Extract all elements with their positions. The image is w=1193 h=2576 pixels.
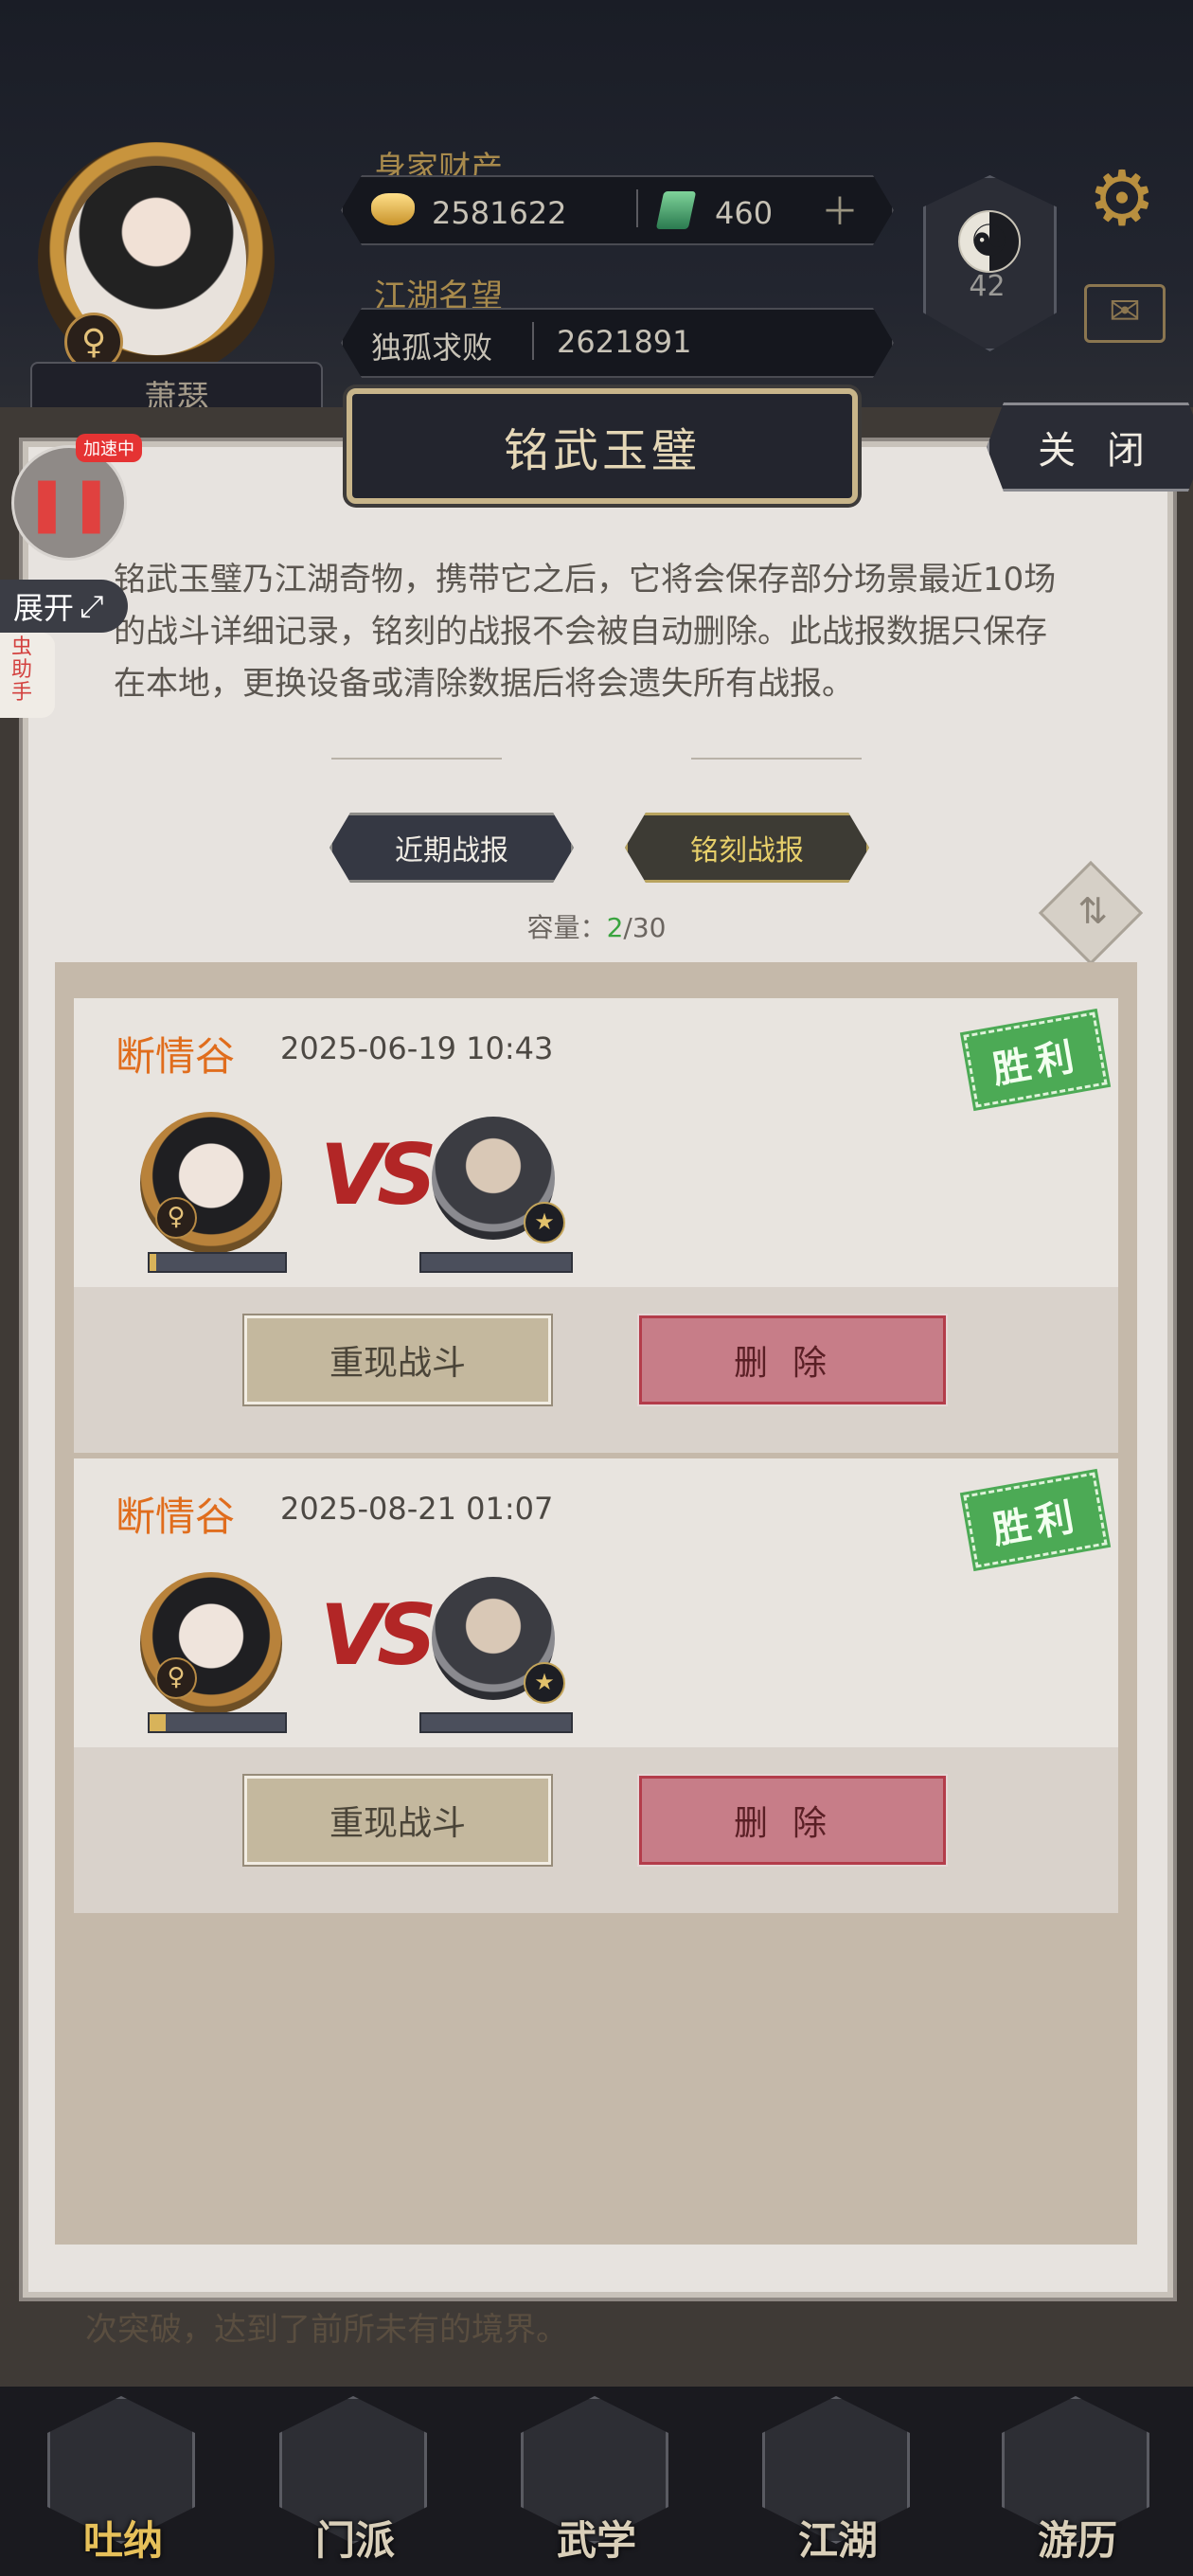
opponent-hp-bar	[419, 1252, 573, 1273]
delete-record-button[interactable]: 删除	[637, 1314, 948, 1406]
nav-label: 江湖	[797, 2517, 878, 2564]
player-hp-bar	[148, 1252, 287, 1273]
divider	[636, 189, 638, 227]
background-log-text: 次突破，达到了前所未有的境界。	[85, 2311, 568, 2349]
tab-engraved-reports[interactable]: 铭刻战报	[625, 813, 869, 883]
capacity-label: 容量：	[526, 912, 607, 943]
capacity-total: /30	[623, 912, 667, 943]
add-currency-icon[interactable]: ＋	[821, 189, 859, 234]
capacity-used: 2	[606, 912, 624, 943]
ornament-divider	[691, 758, 862, 771]
replay-battle-button[interactable]: 重现战斗	[242, 1774, 553, 1867]
close-button[interactable]: 关 闭	[987, 402, 1193, 492]
nav-item-tuna[interactable]: 吐纳	[47, 2396, 199, 2567]
dialog-description: 铭武玉璧乃江湖奇物，携带它之后，它将会保存部分场景最近10场的战斗详细记录，铭刻…	[114, 561, 1057, 703]
opponent-hp-bar	[419, 1712, 573, 1733]
tab-recent-reports[interactable]: 近期战报	[329, 813, 574, 883]
vs-emblem: VS	[320, 1126, 437, 1224]
expand-icon: ⤢	[80, 587, 104, 624]
helper-tab[interactable]: 虫 助 手	[0, 633, 55, 718]
delete-record-button[interactable]: 删除	[637, 1774, 948, 1867]
vs-emblem: VS	[320, 1586, 437, 1684]
capacity-indicator: 容量：2/30	[454, 907, 739, 945]
reputation-title: 独孤求败	[371, 330, 493, 366]
nav-item-youli[interactable]: 游历	[1002, 2396, 1153, 2567]
replay-battle-button[interactable]: 重现战斗	[242, 1314, 553, 1406]
battle-location: 断情谷	[116, 1033, 236, 1080]
mail-icon[interactable]: ✉	[1084, 284, 1166, 343]
nav-item-menpai[interactable]: 门派	[279, 2396, 431, 2567]
card-actions-area	[74, 1747, 1118, 1913]
gold-amount: 2581622	[432, 195, 567, 231]
pause-button[interactable]: ❚❚	[11, 445, 127, 561]
nav-label: 游历	[1037, 2517, 1117, 2564]
nav-label: 武学	[556, 2517, 636, 2564]
player-hp-fill	[150, 1714, 167, 1731]
nav-label: 门派	[314, 2517, 395, 2564]
dialog-title: 铭武玉璧	[347, 388, 858, 504]
jade-amount: 460	[715, 195, 774, 231]
female-icon: ♀	[155, 1197, 197, 1239]
battle-card: 断情谷 2025-06-19 10:43 胜利 ♀ VS ★ 重现战斗 删除	[74, 998, 1118, 1453]
nav-item-wuxue[interactable]: 武学	[521, 2396, 672, 2567]
reputation-value: 2621891	[557, 324, 692, 360]
taiji-level: 42	[969, 270, 1006, 303]
battle-location: 断情谷	[116, 1494, 236, 1540]
opponent-rank-icon: ★	[524, 1662, 565, 1704]
assets-bar	[341, 175, 894, 245]
expand-button[interactable]: 展开 ⤢	[0, 580, 128, 633]
expand-label: 展开	[13, 590, 75, 626]
divider	[532, 322, 534, 360]
battle-time: 2025-08-21 01:07	[280, 1491, 554, 1527]
victory-stamp: 胜利	[960, 1468, 1111, 1572]
speed-badge: 加速中	[76, 434, 142, 462]
battle-card: 断情谷 2025-08-21 01:07 胜利 ♀ VS ★ 重现战斗 删除	[74, 1458, 1118, 1913]
card-actions-area	[74, 1287, 1118, 1453]
nav-label: 吐纳	[82, 2517, 163, 2564]
player-hp-fill	[150, 1254, 157, 1271]
taiji-icon: ☯	[958, 210, 1021, 273]
female-icon: ♀	[155, 1657, 197, 1699]
battle-time: 2025-06-19 10:43	[280, 1030, 554, 1066]
gold-ingot-icon	[371, 193, 415, 225]
player-hp-bar	[148, 1712, 287, 1733]
victory-stamp: 胜利	[960, 1008, 1111, 1112]
gear-icon[interactable]: ⚙	[1084, 161, 1160, 237]
ornament-divider	[331, 758, 502, 771]
opponent-rank-icon: ★	[524, 1202, 565, 1243]
nav-item-jianghu[interactable]: 江湖	[762, 2396, 914, 2567]
